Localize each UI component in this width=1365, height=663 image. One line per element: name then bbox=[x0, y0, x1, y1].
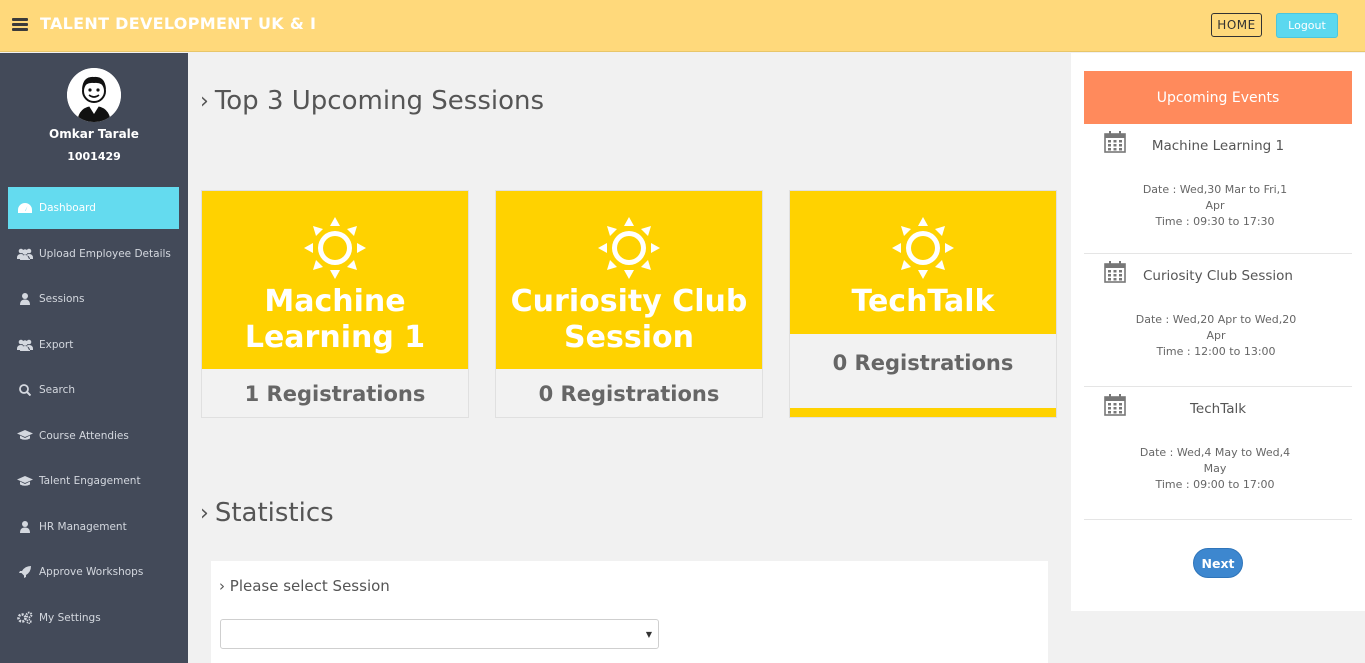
session-card[interactable]: TechTalk 0 Registrations bbox=[789, 190, 1057, 418]
sidebar-item-upload-employee-details[interactable]: Upload Employee Details bbox=[8, 233, 179, 275]
sidebar-item-label: Talent Engagement bbox=[39, 475, 141, 487]
search-icon bbox=[17, 384, 33, 396]
hamburger-menu-icon[interactable] bbox=[12, 18, 28, 32]
sidebar: Omkar Tarale 1001429 Dashboard Upload Em… bbox=[0, 53, 188, 663]
statistics-panel: › Please select Session ▼ bbox=[211, 561, 1048, 663]
event-date-line2: Apr bbox=[1205, 199, 1225, 212]
avatar-face-icon bbox=[67, 68, 121, 122]
session-card[interactable]: Machine Learning 1 1 Registrations bbox=[201, 190, 469, 418]
graduation-cap-icon bbox=[17, 475, 33, 487]
sidebar-item-sessions[interactable]: Sessions bbox=[8, 278, 179, 320]
session-card[interactable]: Curiosity Club Session 0 Registrations bbox=[495, 190, 763, 418]
next-button[interactable]: Next bbox=[1193, 548, 1243, 578]
graduation-cap-icon bbox=[17, 430, 33, 442]
session-title-line1: Curiosity Club bbox=[510, 284, 748, 319]
session-select[interactable]: ▼ bbox=[220, 619, 659, 649]
sidebar-item-label: My Settings bbox=[39, 611, 101, 624]
event-name: TechTalk bbox=[1189, 401, 1247, 417]
upcoming-events-panel: Upcoming Events Machine Learning 1 Date … bbox=[1071, 53, 1365, 611]
caret-down-icon: ▼ bbox=[645, 630, 652, 639]
session-registrations: 1 Registrations bbox=[202, 369, 468, 417]
sun-icon bbox=[304, 217, 366, 279]
session-title-line2: Session bbox=[564, 320, 694, 355]
sidebar-item-export[interactable]: Export bbox=[8, 324, 179, 366]
user-icon bbox=[17, 520, 33, 533]
session-title: Machine Learning 1 bbox=[202, 284, 468, 368]
sidebar-item-label: Approve Workshops bbox=[39, 566, 144, 578]
event-name: Machine Learning 1 bbox=[1151, 138, 1285, 154]
users-icon bbox=[17, 339, 33, 351]
sidebar-item-search[interactable]: Search bbox=[8, 369, 179, 411]
sun-icon bbox=[892, 217, 954, 279]
sessions-section-title: › Top 3 Upcoming Sessions bbox=[200, 86, 544, 116]
chevron-right-icon: › bbox=[200, 88, 209, 114]
session-registrations: 0 Registrations bbox=[496, 369, 762, 417]
sidebar-item-approve-workshops[interactable]: Approve Workshops bbox=[8, 551, 179, 593]
avatar bbox=[67, 68, 121, 122]
sidebar-item-hr-management[interactable]: HR Management bbox=[8, 506, 179, 548]
chevron-right-icon: › bbox=[200, 500, 209, 526]
session-card-header: Machine Learning 1 bbox=[202, 191, 468, 369]
sidebar-item-talent-engagement[interactable]: Talent Engagement bbox=[8, 460, 179, 502]
select-session-label-text: Please select Session bbox=[229, 577, 390, 595]
event-date: Date : Wed,30 Mar to Fri,1 Apr Time : 09… bbox=[1138, 182, 1292, 230]
gears-icon bbox=[17, 611, 33, 624]
chevron-right-icon: › bbox=[219, 577, 230, 595]
user-name: Omkar Tarale bbox=[49, 127, 139, 141]
users-icon bbox=[17, 248, 33, 260]
user-icon bbox=[17, 293, 33, 305]
event-name: Curiosity Club Session bbox=[1142, 268, 1293, 284]
sidebar-item-my-settings[interactable]: My Settings bbox=[8, 597, 179, 639]
statistics-section-title: › Statistics bbox=[200, 498, 334, 528]
rocket-icon bbox=[17, 566, 33, 578]
session-title-line1: TechTalk bbox=[851, 284, 995, 319]
event-date-line1: Date : Wed,20 Apr to Wed,20 bbox=[1135, 313, 1297, 326]
sidebar-item-label: Upload Employee Details bbox=[39, 247, 171, 260]
event-item[interactable]: Machine Learning 1 Date : Wed,30 Mar to … bbox=[1084, 124, 1352, 254]
event-date-line2: May bbox=[1203, 462, 1227, 475]
session-title: TechTalk bbox=[790, 284, 1056, 332]
event-time: Time : 09:30 to 17:30 bbox=[1155, 215, 1275, 228]
event-date: Date : Wed,4 May to Wed,4 May Time : 09:… bbox=[1138, 445, 1292, 493]
event-item[interactable]: Curiosity Club Session Date : Wed,20 Apr… bbox=[1084, 254, 1352, 387]
session-title: Curiosity Club Session bbox=[496, 284, 762, 368]
event-time: Time : 09:00 to 17:00 bbox=[1155, 478, 1275, 491]
logout-button[interactable]: Logout bbox=[1276, 13, 1338, 38]
event-date: Date : Wed,20 Apr to Wed,20 Apr Time : 1… bbox=[1134, 312, 1298, 360]
top-header: TALENT DEVELOPMENT UK & I HOME Logout bbox=[0, 0, 1365, 52]
sidebar-item-label: Export bbox=[39, 338, 74, 351]
sidebar-item-dashboard[interactable]: Dashboard bbox=[8, 187, 179, 229]
event-date-line2: Apr bbox=[1206, 329, 1226, 342]
event-date-line1: Date : Wed,4 May to Wed,4 bbox=[1139, 446, 1291, 459]
dashboard-icon bbox=[17, 202, 33, 214]
sidebar-item-label: Sessions bbox=[39, 293, 85, 305]
sidebar-item-course-attendies[interactable]: Course Attendies bbox=[8, 415, 179, 457]
sidebar-item-label: Course Attendies bbox=[39, 429, 129, 442]
event-item[interactable]: TechTalk Date : Wed,4 May to Wed,4 May T… bbox=[1084, 387, 1352, 520]
sidebar-nav: Dashboard Upload Employee Details Sessio… bbox=[8, 187, 179, 642]
sidebar-item-label: HR Management bbox=[39, 520, 127, 533]
session-card-header: Curiosity Club Session bbox=[496, 191, 762, 369]
sessions-title-text: Top 3 Upcoming Sessions bbox=[214, 86, 545, 116]
upcoming-events-header: Upcoming Events bbox=[1084, 71, 1352, 124]
session-title-line2: Learning 1 bbox=[244, 320, 426, 355]
session-card-header: TechTalk bbox=[790, 191, 1056, 334]
sun-icon bbox=[598, 217, 660, 279]
home-button[interactable]: HOME bbox=[1211, 13, 1262, 37]
app-title: TALENT DEVELOPMENT UK & I bbox=[40, 14, 317, 33]
event-date-line1: Date : Wed,30 Mar to Fri,1 bbox=[1142, 183, 1288, 196]
sidebar-item-label: Search bbox=[39, 384, 76, 396]
session-registrations: 0 Registrations bbox=[790, 334, 1056, 408]
card-accent-bar bbox=[790, 408, 1056, 417]
event-time: Time : 12:00 to 13:00 bbox=[1156, 345, 1276, 358]
statistics-title-text: Statistics bbox=[214, 498, 334, 528]
user-id: 1001429 bbox=[67, 150, 121, 163]
session-title-line1: Machine bbox=[264, 284, 406, 319]
select-session-label: › Please select Session bbox=[219, 577, 390, 595]
sidebar-item-label: Dashboard bbox=[39, 202, 96, 214]
